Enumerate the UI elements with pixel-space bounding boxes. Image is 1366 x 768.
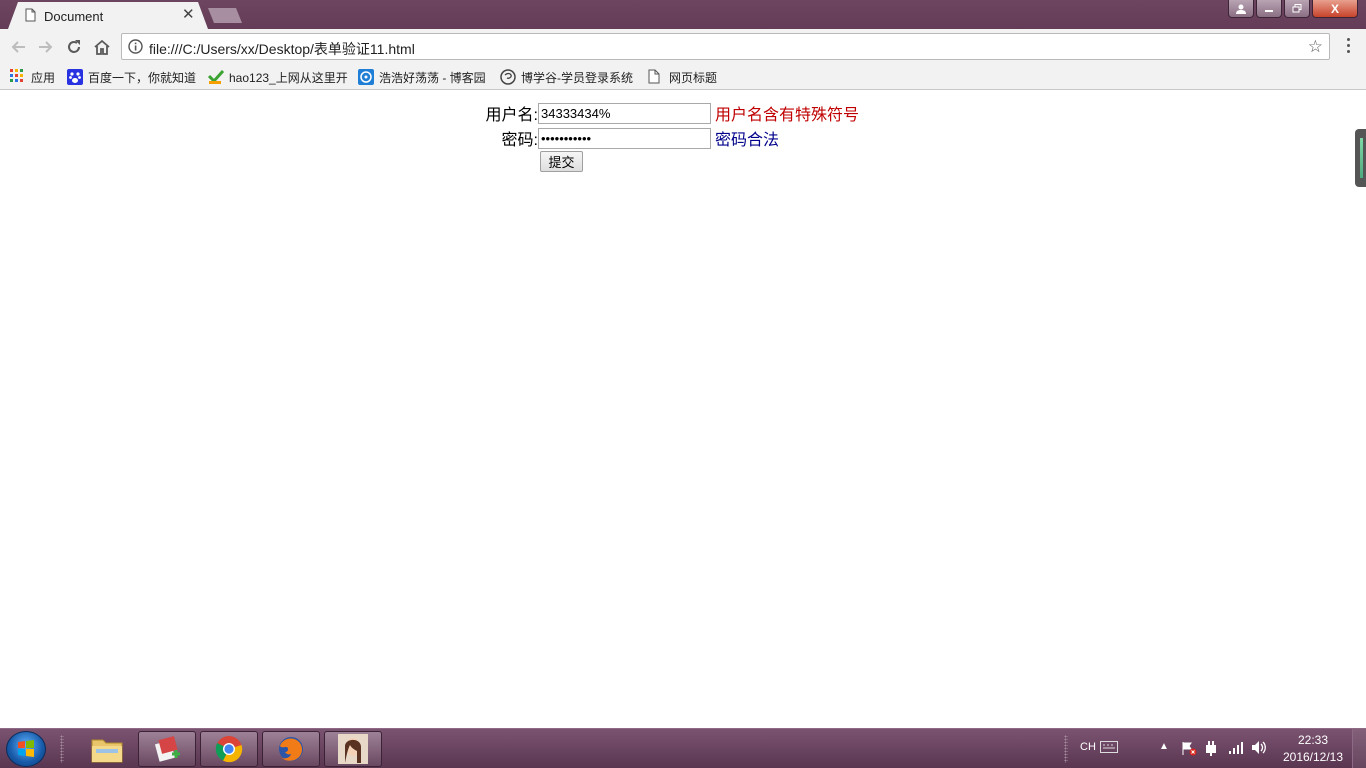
power-plug-icon[interactable] xyxy=(1204,740,1218,761)
browser-tab[interactable]: Document ✕ xyxy=(8,2,208,29)
taskbar-firefox[interactable] xyxy=(262,731,320,767)
apps-grid-icon xyxy=(10,69,26,85)
close-icon: X xyxy=(1330,1,1339,16)
action-center-flag-icon[interactable] xyxy=(1181,740,1197,761)
network-signal-icon[interactable] xyxy=(1228,741,1244,759)
bookmark-cnblogs[interactable]: 浩浩好荡荡 - 博客园 xyxy=(358,68,486,86)
forward-button[interactable] xyxy=(36,37,56,57)
restore-icon xyxy=(1292,4,1302,13)
password-ok-message: 密码合法 xyxy=(715,132,780,149)
window-titlebar: Document ✕ X xyxy=(0,0,1366,29)
bookmark-baidu[interactable]: 百度一下，你就知道 xyxy=(67,68,196,86)
browser-toolbar: file:///C:/Users/xx/Desktop/表单验证11.html … xyxy=(0,29,1366,64)
document-icon xyxy=(25,8,36,27)
minimize-icon xyxy=(1265,9,1273,12)
bookmark-label: 网页标题 xyxy=(669,70,718,85)
maximize-button[interactable] xyxy=(1284,0,1310,18)
editor-app-icon xyxy=(154,736,180,762)
avatar-photo-icon xyxy=(338,734,368,764)
tray-grip xyxy=(1064,735,1068,763)
taskbar-grip xyxy=(60,735,64,763)
browser-menu-button[interactable] xyxy=(1340,35,1356,57)
bookmark-page-title[interactable]: 网页标题 xyxy=(648,68,717,86)
close-window-button[interactable]: X xyxy=(1312,0,1358,18)
windows-logo-icon xyxy=(18,740,34,757)
back-button[interactable] xyxy=(8,37,28,57)
new-tab-button[interactable] xyxy=(208,8,242,23)
taskbar-explorer[interactable] xyxy=(78,731,136,767)
page-icon xyxy=(648,69,664,85)
bookmark-label: hao123_上网从这里开 xyxy=(229,70,348,85)
url-text: file:///C:/Users/xx/Desktop/表单验证11.html xyxy=(149,41,415,57)
bookmark-label: 百度一下，你就知道 xyxy=(88,70,197,85)
tab-close-icon[interactable]: ✕ xyxy=(182,6,195,24)
show-hidden-icons-icon[interactable]: ▲ xyxy=(1159,741,1169,752)
clock-time: 22:33 xyxy=(1297,733,1329,747)
info-icon[interactable] xyxy=(128,39,143,59)
back-arrow-icon xyxy=(11,41,25,53)
bookmark-label: 应用 xyxy=(31,70,56,85)
username-row: 用户名: 用户名含有特殊符号 xyxy=(478,101,859,125)
home-icon xyxy=(94,39,110,55)
password-label: 密码: xyxy=(501,132,538,149)
folder-icon xyxy=(91,739,123,763)
user-icon xyxy=(1236,4,1246,14)
user-profile-button[interactable] xyxy=(1228,0,1254,18)
keyboard-icon[interactable] xyxy=(1100,740,1118,758)
username-error-message: 用户名含有特殊符号 xyxy=(715,107,860,124)
bookmark-boxuegu[interactable]: 博学谷-学员登录系统 xyxy=(500,68,633,86)
window-controls: X xyxy=(1228,0,1358,19)
bookmarks-bar: 应用 百度一下，你就知道 hao123_上网从这里开 浩浩好荡荡 - 博客园 博… xyxy=(0,64,1366,90)
submit-button[interactable]: 提交 xyxy=(540,151,583,172)
address-bar[interactable]: file:///C:/Users/xx/Desktop/表单验证11.html … xyxy=(121,33,1330,60)
baidu-paw-icon xyxy=(67,69,83,85)
hao123-icon xyxy=(207,69,225,85)
reload-icon xyxy=(68,40,80,53)
bookmark-label: 博学谷-学员登录系统 xyxy=(521,70,633,85)
boxuegu-icon xyxy=(500,69,516,85)
taskbar-chrome[interactable] xyxy=(200,731,258,767)
clock-date: 2016/12/13 xyxy=(1282,750,1344,764)
start-button[interactable] xyxy=(6,731,46,767)
reload-button[interactable] xyxy=(64,37,84,57)
bookmark-hao123[interactable]: hao123_上网从这里开 xyxy=(207,68,348,86)
bookmark-label: 浩浩好荡荡 - 博客园 xyxy=(379,70,486,85)
username-input[interactable] xyxy=(538,102,711,124)
tab-title: Document xyxy=(44,9,104,24)
show-desktop-button[interactable] xyxy=(1352,729,1366,768)
username-label: 用户名: xyxy=(485,107,538,124)
taskbar: CH ▲ 22:33 2016/12/13 xyxy=(0,728,1366,768)
firefox-icon xyxy=(279,737,303,761)
home-button[interactable] xyxy=(92,37,112,57)
forward-arrow-icon xyxy=(39,41,53,53)
bookmark-star-icon[interactable]: ☆ xyxy=(1308,37,1323,57)
cnblogs-icon xyxy=(358,69,374,85)
bookmark-apps[interactable]: 应用 xyxy=(10,68,55,86)
input-language[interactable]: CH xyxy=(1080,741,1096,753)
minimize-button[interactable] xyxy=(1256,0,1282,18)
password-input[interactable] xyxy=(538,127,711,149)
side-widget[interactable] xyxy=(1355,129,1366,187)
taskbar-photo-app[interactable] xyxy=(324,731,382,767)
volume-icon[interactable] xyxy=(1251,740,1267,760)
system-clock[interactable]: 22:33 2016/12/13 xyxy=(1278,732,1348,766)
page-content: 用户名: 用户名含有特殊符号 密码: 密码合法 提交 xyxy=(0,91,1366,728)
taskbar-editor[interactable] xyxy=(138,731,196,767)
password-row: 密码: 密码合法 xyxy=(478,126,779,150)
chrome-icon xyxy=(215,736,243,763)
